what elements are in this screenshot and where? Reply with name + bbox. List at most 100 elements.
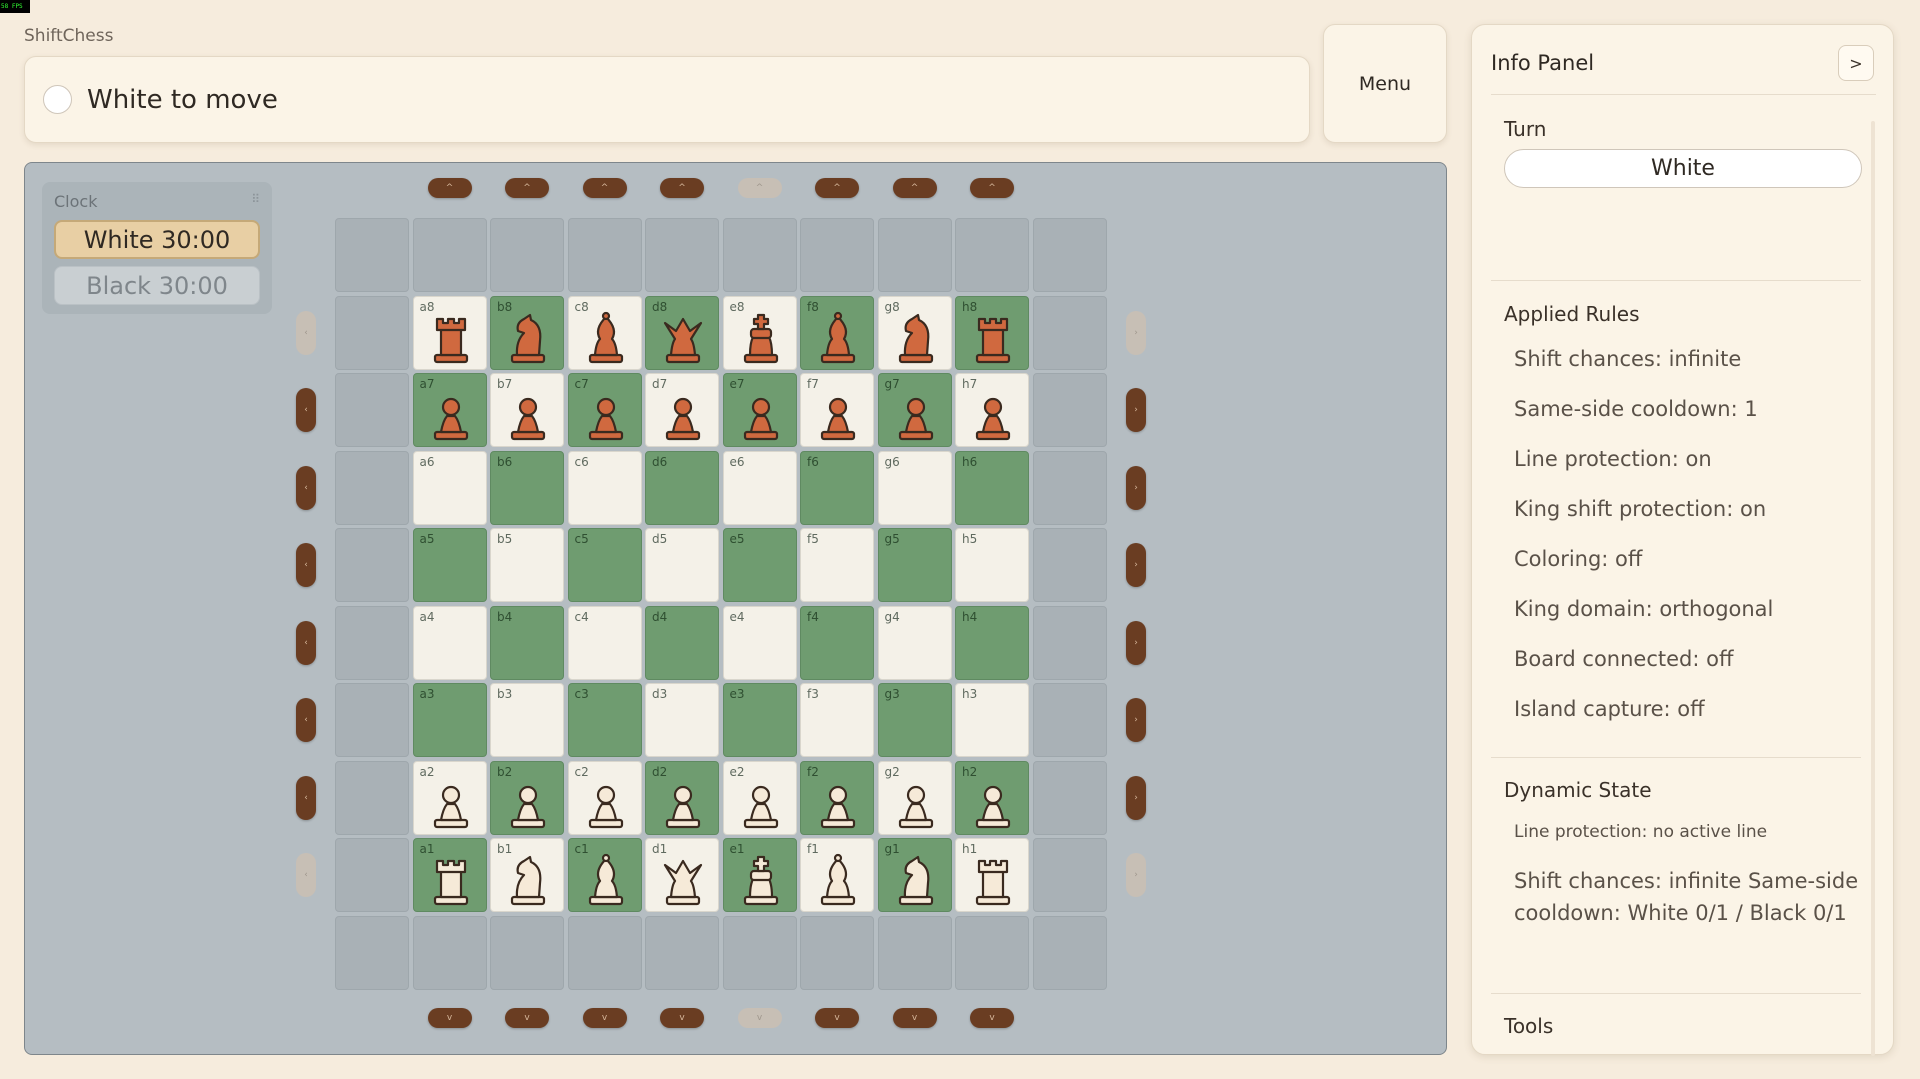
black-pawn-icon[interactable] xyxy=(504,388,552,442)
white-rook-icon[interactable] xyxy=(969,853,1017,907)
white-knight-icon[interactable] xyxy=(892,853,940,907)
black-pawn-icon[interactable] xyxy=(582,388,630,442)
square-d2[interactable]: d2 xyxy=(645,760,719,835)
square-b8[interactable]: b8 xyxy=(490,295,564,370)
white-pawn-icon[interactable] xyxy=(427,776,475,830)
shift-column-c-down-button[interactable]: v xyxy=(582,1008,627,1028)
drag-handle-icon[interactable]: ⠿ xyxy=(251,192,260,206)
square-g4[interactable]: g4 xyxy=(877,605,952,680)
square-h4[interactable]: h4 xyxy=(955,605,1029,680)
shift-row-5-left-button[interactable]: ‹ xyxy=(296,543,316,587)
shift-column-e-up-button[interactable]: ^ xyxy=(737,178,782,198)
square-d8[interactable]: d8 xyxy=(645,295,719,370)
square-a3[interactable]: a3 xyxy=(412,683,487,757)
square-f2[interactable]: f2 xyxy=(800,760,874,835)
white-queen-icon[interactable] xyxy=(659,853,707,907)
shift-row-8-right-button[interactable]: › xyxy=(1126,310,1146,355)
square-g7[interactable]: g7 xyxy=(877,373,952,447)
shift-row-3-left-button[interactable]: ‹ xyxy=(296,698,316,742)
square-b6[interactable]: b6 xyxy=(490,450,564,525)
white-bishop-icon[interactable] xyxy=(814,853,862,907)
square-d7[interactable]: d7 xyxy=(645,373,719,447)
clock-panel[interactable]: Clock ⠿ White 30:00 Black 30:00 xyxy=(42,182,272,314)
shift-column-d-up-button[interactable]: ^ xyxy=(660,178,704,198)
square-b7[interactable]: b7 xyxy=(490,373,564,447)
shift-row-4-right-button[interactable]: › xyxy=(1126,620,1146,665)
square-b2[interactable]: b2 xyxy=(490,760,564,835)
square-b4[interactable]: b4 xyxy=(490,605,564,680)
shift-row-6-right-button[interactable]: › xyxy=(1126,465,1146,510)
white-pawn-icon[interactable] xyxy=(737,776,785,830)
shift-row-1-left-button[interactable]: ‹ xyxy=(296,853,316,897)
square-c6[interactable]: c6 xyxy=(567,450,642,525)
square-h6[interactable]: h6 xyxy=(955,450,1029,525)
shift-row-4-left-button[interactable]: ‹ xyxy=(296,620,316,665)
black-pawn-icon[interactable] xyxy=(814,388,862,442)
shift-column-f-up-button[interactable]: ^ xyxy=(815,178,859,198)
white-pawn-icon[interactable] xyxy=(659,776,707,830)
shift-row-3-right-button[interactable]: › xyxy=(1126,698,1146,742)
black-pawn-icon[interactable] xyxy=(892,388,940,442)
square-h1[interactable]: h1 xyxy=(955,838,1029,912)
square-b1[interactable]: b1 xyxy=(490,838,564,912)
shift-row-2-left-button[interactable]: ‹ xyxy=(296,775,316,820)
white-rook-icon[interactable] xyxy=(427,853,475,907)
square-e7[interactable]: e7 xyxy=(722,373,797,447)
white-bishop-icon[interactable] xyxy=(582,853,630,907)
square-f3[interactable]: f3 xyxy=(800,683,874,757)
square-e3[interactable]: e3 xyxy=(722,683,797,757)
shift-row-7-left-button[interactable]: ‹ xyxy=(296,388,316,432)
black-knight-icon[interactable] xyxy=(504,311,552,365)
white-pawn-icon[interactable] xyxy=(969,776,1017,830)
black-pawn-icon[interactable] xyxy=(659,388,707,442)
black-king-icon[interactable] xyxy=(737,311,785,365)
square-c1[interactable]: c1 xyxy=(567,838,642,912)
shift-column-c-up-button[interactable]: ^ xyxy=(582,178,627,198)
black-rook-icon[interactable] xyxy=(427,311,475,365)
square-f4[interactable]: f4 xyxy=(800,605,874,680)
square-c2[interactable]: c2 xyxy=(567,760,642,835)
square-e1[interactable]: e1 xyxy=(722,838,797,912)
square-f6[interactable]: f6 xyxy=(800,450,874,525)
square-e8[interactable]: e8 xyxy=(722,295,797,370)
square-h5[interactable]: h5 xyxy=(955,528,1029,602)
square-g1[interactable]: g1 xyxy=(877,838,952,912)
square-h8[interactable]: h8 xyxy=(955,295,1029,370)
menu-button[interactable]: Menu xyxy=(1323,24,1447,143)
square-a8[interactable]: a8 xyxy=(412,295,487,370)
shift-row-7-right-button[interactable]: › xyxy=(1126,388,1146,432)
square-c7[interactable]: c7 xyxy=(567,373,642,447)
scrollbar[interactable] xyxy=(1871,121,1875,1056)
square-g6[interactable]: g6 xyxy=(877,450,952,525)
shift-column-d-down-button[interactable]: v xyxy=(660,1008,704,1028)
collapse-panel-button[interactable]: > xyxy=(1838,45,1874,81)
shift-column-a-down-button[interactable]: v xyxy=(427,1008,472,1028)
square-h3[interactable]: h3 xyxy=(955,683,1029,757)
white-pawn-icon[interactable] xyxy=(892,776,940,830)
shift-column-f-down-button[interactable]: v xyxy=(815,1008,859,1028)
square-c8[interactable]: c8 xyxy=(567,295,642,370)
square-e4[interactable]: e4 xyxy=(722,605,797,680)
square-d4[interactable]: d4 xyxy=(645,605,719,680)
square-b3[interactable]: b3 xyxy=(490,683,564,757)
square-e5[interactable]: e5 xyxy=(722,528,797,602)
square-d6[interactable]: d6 xyxy=(645,450,719,525)
square-a2[interactable]: a2 xyxy=(412,760,487,835)
square-c4[interactable]: c4 xyxy=(567,605,642,680)
square-a7[interactable]: a7 xyxy=(412,373,487,447)
square-d1[interactable]: d1 xyxy=(645,838,719,912)
square-c5[interactable]: c5 xyxy=(567,528,642,602)
white-knight-icon[interactable] xyxy=(504,853,552,907)
shift-column-h-down-button[interactable]: v xyxy=(970,1008,1014,1028)
square-d5[interactable]: d5 xyxy=(645,528,719,602)
square-g5[interactable]: g5 xyxy=(877,528,952,602)
shift-row-1-right-button[interactable]: › xyxy=(1126,853,1146,897)
black-knight-icon[interactable] xyxy=(892,311,940,365)
shift-column-h-up-button[interactable]: ^ xyxy=(970,178,1014,198)
square-f5[interactable]: f5 xyxy=(800,528,874,602)
black-bishop-icon[interactable] xyxy=(582,311,630,365)
black-queen-icon[interactable] xyxy=(659,311,707,365)
shift-row-6-left-button[interactable]: ‹ xyxy=(296,465,316,510)
black-pawn-icon[interactable] xyxy=(969,388,1017,442)
shift-column-g-up-button[interactable]: ^ xyxy=(892,178,937,198)
